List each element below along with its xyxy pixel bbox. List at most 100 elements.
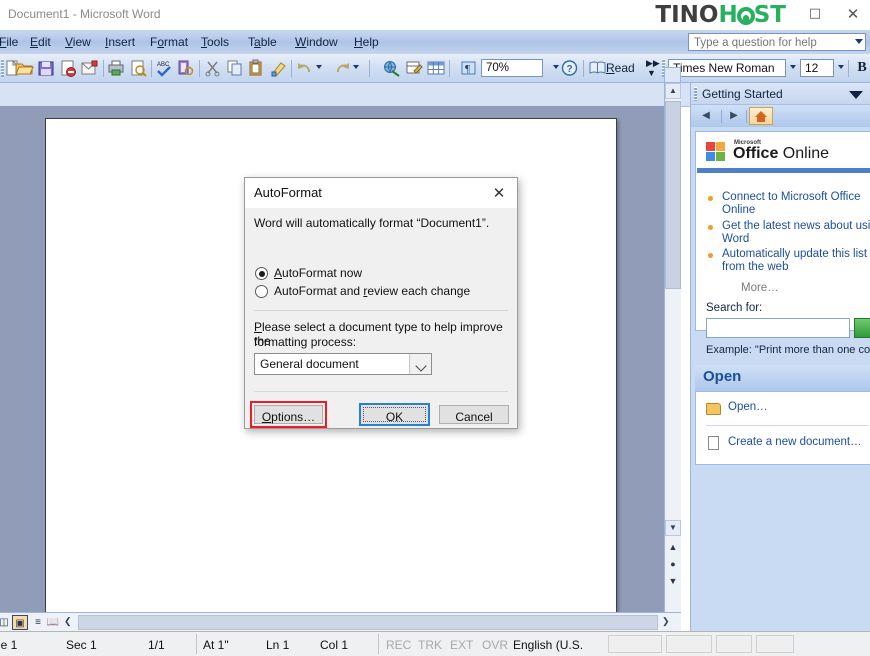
status-cell-spelling[interactable] bbox=[608, 635, 662, 653]
menu-tools[interactable]: Tools bbox=[196, 34, 234, 51]
status-cell-background-save[interactable] bbox=[666, 635, 712, 653]
menu-table[interactable]: Table bbox=[243, 34, 282, 51]
link-open[interactable]: Open… bbox=[728, 401, 768, 414]
print-preview-icon[interactable] bbox=[128, 59, 148, 78]
more-link[interactable]: More… bbox=[741, 282, 779, 294]
search-input[interactable] bbox=[706, 318, 850, 338]
vertical-scroll-thumb[interactable] bbox=[665, 101, 681, 289]
document-type-select[interactable]: General document bbox=[254, 353, 432, 375]
tables-and-borders-icon[interactable] bbox=[404, 59, 424, 78]
back-icon[interactable]: ◀ bbox=[697, 108, 715, 124]
menu-format[interactable]: Format bbox=[145, 34, 193, 51]
insert-table-icon[interactable] bbox=[426, 59, 446, 78]
print-icon[interactable] bbox=[106, 59, 126, 78]
reading-layout-icon[interactable] bbox=[588, 59, 608, 78]
status-language[interactable]: English (U.S. bbox=[513, 638, 583, 652]
link-connect-office-online[interactable]: Connect to Microsoft Office Online bbox=[722, 191, 870, 217]
task-pane-grip[interactable] bbox=[694, 87, 697, 101]
forward-icon[interactable]: ▶ bbox=[725, 108, 743, 124]
read-button[interactable]: Read bbox=[606, 59, 635, 77]
chevron-down-icon[interactable] bbox=[855, 39, 863, 44]
autoformat-dialog[interactable]: AutoFormat ✕ Word will automatically for… bbox=[244, 177, 518, 429]
scroll-down-button[interactable]: ▼ bbox=[665, 520, 681, 536]
focus-ring bbox=[363, 407, 426, 422]
dialog-close-button[interactable]: ✕ bbox=[485, 181, 513, 205]
window-title: Document1 - Microsoft Word bbox=[8, 7, 161, 21]
previous-page-icon[interactable]: ▲ bbox=[666, 540, 680, 554]
chevron-down-icon[interactable] bbox=[849, 91, 863, 99]
menu-view[interactable]: View bbox=[60, 34, 96, 51]
menu-help[interactable]: Help bbox=[349, 34, 384, 51]
show-formatting-marks-icon[interactable]: ¶ bbox=[459, 59, 479, 78]
help-icon[interactable]: ? bbox=[560, 59, 580, 78]
redo-icon[interactable] bbox=[332, 59, 352, 78]
cut-icon[interactable] bbox=[203, 59, 223, 78]
research-icon[interactable] bbox=[176, 59, 196, 78]
search-go-button[interactable] bbox=[854, 318, 870, 338]
link-create-new-document[interactable]: Create a new document… bbox=[728, 436, 862, 449]
radio-button-indicator[interactable] bbox=[255, 267, 268, 280]
help-question-box[interactable] bbox=[688, 33, 866, 52]
link-latest-news[interactable]: Get the latest news about usi bbox=[722, 220, 870, 233]
outline-view-button[interactable]: ≡ bbox=[30, 615, 46, 630]
save-icon[interactable] bbox=[36, 59, 56, 78]
zoom-value[interactable]: 70% bbox=[481, 59, 543, 77]
status-cell-print[interactable] bbox=[716, 635, 752, 653]
next-page-icon[interactable]: ▼ bbox=[666, 574, 680, 588]
menu-window[interactable]: Window bbox=[290, 34, 343, 51]
spelling-check-icon[interactable]: ABC bbox=[154, 59, 174, 78]
normal-view-button[interactable]: ◫ bbox=[0, 615, 12, 630]
horizontal-ruler[interactable]: 1 1 2 3 4 5 7 bbox=[0, 83, 690, 191]
paste-icon[interactable] bbox=[247, 59, 267, 78]
redo-dropdown-icon[interactable] bbox=[353, 65, 359, 69]
radio-label-autoformat-review: AutoFormat and review each change bbox=[274, 284, 471, 298]
permission-icon[interactable] bbox=[58, 59, 78, 78]
toolbar-options-icon[interactable]: ▶▶ ▼ bbox=[646, 58, 660, 79]
radio-autoformat-now[interactable]: AutoFormat now bbox=[255, 266, 505, 282]
cancel-button[interactable]: Cancel bbox=[439, 405, 509, 424]
vertical-scrollbar[interactable]: ▲ ▼ ▲ ● ▼ bbox=[664, 83, 681, 612]
status-ovr[interactable]: OVR bbox=[482, 638, 508, 652]
email-icon[interactable] bbox=[80, 59, 100, 78]
home-icon[interactable] bbox=[749, 107, 773, 125]
link-auto-update[interactable]: Automatically update this list bbox=[722, 248, 867, 261]
status-trk[interactable]: TRK bbox=[418, 638, 442, 652]
menu-insert[interactable]: Insert bbox=[100, 34, 140, 51]
horizontal-scroll-track[interactable] bbox=[78, 615, 658, 630]
ok-button[interactable]: OK bbox=[359, 403, 430, 426]
undo-icon[interactable] bbox=[295, 59, 315, 78]
copy-icon[interactable] bbox=[225, 59, 245, 78]
hyperlink-icon[interactable] bbox=[382, 59, 402, 78]
status-ext[interactable]: EXT bbox=[450, 638, 473, 652]
close-window-button[interactable]: ✕ bbox=[842, 4, 864, 24]
radio-button-indicator[interactable] bbox=[255, 285, 268, 298]
scroll-up-button[interactable]: ▲ bbox=[665, 83, 681, 99]
open-folder-icon[interactable] bbox=[14, 59, 34, 78]
bold-button[interactable]: B bbox=[852, 58, 870, 78]
font-size-dropdown-icon[interactable] bbox=[838, 65, 844, 69]
help-question-input[interactable] bbox=[692, 34, 846, 52]
scroll-right-button[interactable]: ❯ bbox=[662, 616, 670, 627]
menu-file[interactable]: File bbox=[0, 34, 23, 51]
toolbar-separator bbox=[449, 60, 450, 77]
print-layout-view-button[interactable]: ▣ bbox=[12, 615, 28, 630]
scrollbar-corner bbox=[664, 67, 681, 83]
undo-dropdown-icon[interactable] bbox=[316, 65, 322, 69]
menu-edit[interactable]: Edit bbox=[25, 34, 56, 51]
chevron-down-icon[interactable] bbox=[409, 354, 431, 374]
format-painter-icon[interactable] bbox=[269, 59, 289, 78]
font-size-box[interactable]: 12 bbox=[800, 59, 834, 77]
reading-layout-view-button[interactable]: 📖 bbox=[45, 615, 61, 630]
status-rec[interactable]: REC bbox=[386, 638, 411, 652]
link-auto-update-cont[interactable]: from the web bbox=[722, 261, 788, 274]
radio-autoformat-review[interactable]: AutoFormat and review each change bbox=[255, 284, 505, 300]
link-latest-news-cont[interactable]: Word bbox=[722, 233, 749, 246]
scroll-left-button[interactable]: ❮ bbox=[64, 616, 72, 627]
zoom-dropdown-icon[interactable] bbox=[553, 65, 559, 69]
status-cell-extra[interactable] bbox=[756, 635, 794, 653]
restore-window-button[interactable]: □ bbox=[804, 4, 826, 24]
font-name-dropdown-icon[interactable] bbox=[790, 65, 796, 69]
options-button[interactable]: Options… bbox=[254, 405, 323, 424]
font-name-box[interactable]: Times New Roman bbox=[668, 59, 786, 77]
select-browse-object-icon[interactable]: ● bbox=[666, 557, 680, 571]
